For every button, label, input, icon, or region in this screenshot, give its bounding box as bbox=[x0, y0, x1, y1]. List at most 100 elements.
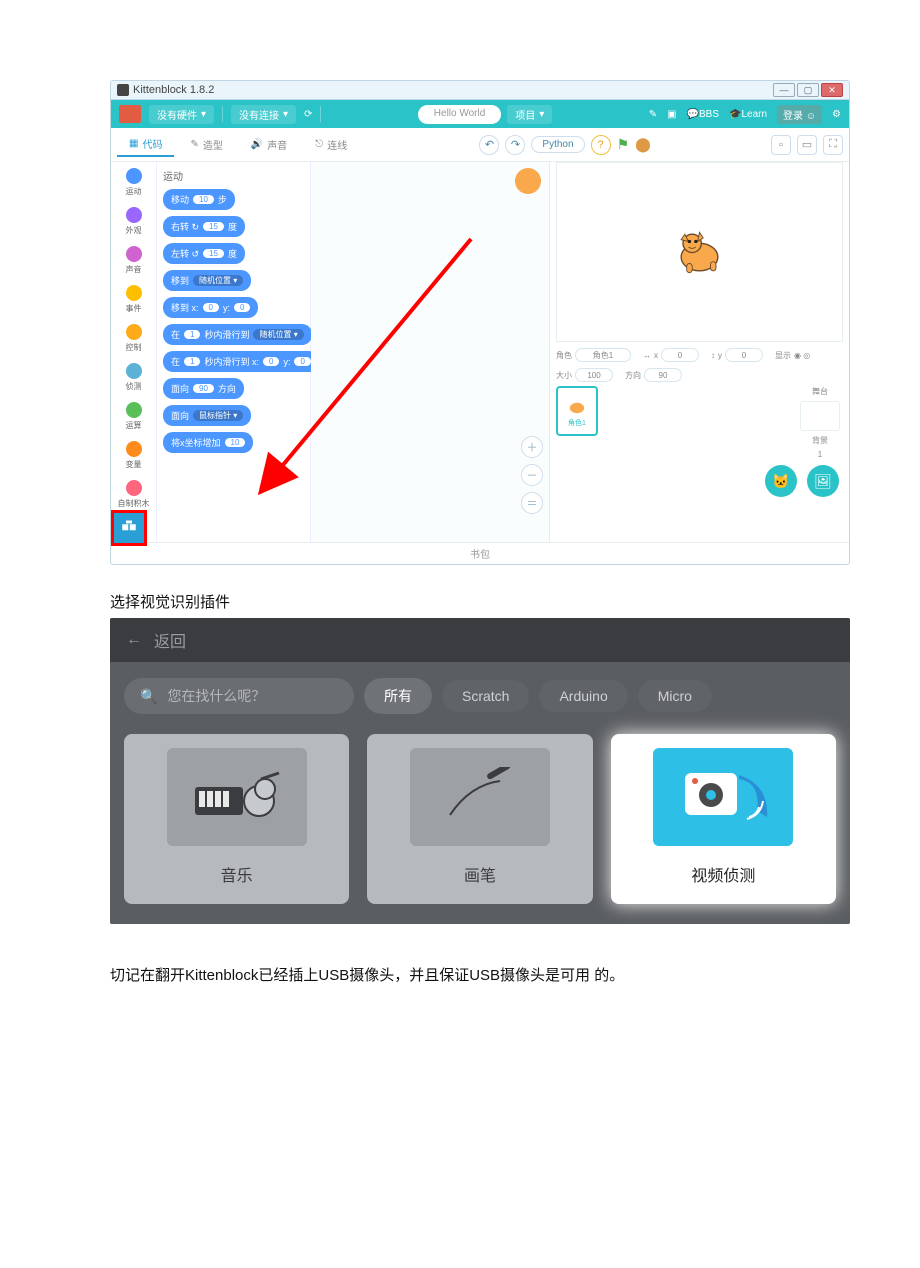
category-motion[interactable]: 运动 bbox=[126, 168, 142, 197]
hardware-dropdown[interactable]: 没有硬件▾ bbox=[149, 105, 214, 124]
show-toggle[interactable]: ◉ ◎ bbox=[794, 351, 810, 360]
zoom-reset-button[interactable]: ＝ bbox=[521, 492, 543, 514]
help-button[interactable]: ? bbox=[591, 135, 611, 155]
add-extension-button[interactable] bbox=[111, 510, 147, 546]
sprite-watermark-icon bbox=[515, 168, 541, 194]
project-menu[interactable]: 项目▾ bbox=[507, 105, 552, 124]
filter-scratch[interactable]: Scratch bbox=[442, 680, 529, 712]
category-events[interactable]: 事件 bbox=[126, 285, 142, 314]
learn-link[interactable]: 🎓Learn bbox=[729, 109, 767, 120]
sprite-list: 角色1 bbox=[556, 386, 791, 459]
bbs-link[interactable]: 💬BBS bbox=[687, 109, 719, 120]
green-flag-icon[interactable]: ⚑ bbox=[617, 136, 630, 153]
category-looks[interactable]: 外观 bbox=[126, 207, 142, 236]
blocks-list: 运动 移动10步 右转 ↻15度 左转 ↺15度 移到随机位置 ▾ 移到 x:0… bbox=[157, 162, 311, 542]
back-button[interactable]: ← 返回 bbox=[110, 618, 850, 662]
extension-library-window: ← 返回 🔍 您在找什么呢？ 所有 Scratch Arduino Micro bbox=[110, 618, 850, 924]
block-point-dir[interactable]: 面向90方向 bbox=[163, 378, 244, 399]
window-titlebar: Kittenblock 1.8.2 — ▢ ✕ bbox=[111, 81, 849, 100]
redo-button[interactable]: ↷ bbox=[505, 135, 525, 155]
stage-panel: 角色 ↔ x ↕ y 显示 ◉ ◎ 大小 方向 角色1 舞台 bbox=[549, 162, 849, 542]
block-glidexy[interactable]: 在1秒内滑行到 x:0y:0 bbox=[163, 351, 319, 372]
category-variables[interactable]: 变量 bbox=[126, 441, 142, 470]
card-video-label: 视频侦测 bbox=[691, 862, 755, 886]
sprite-x-input[interactable] bbox=[661, 348, 699, 362]
add-backdrop-button[interactable]: 🖼 bbox=[807, 465, 839, 497]
close-button[interactable]: ✕ bbox=[821, 83, 843, 97]
tab-wiring[interactable]: ⎋ 连线 bbox=[303, 133, 359, 156]
connect-dropdown[interactable]: 没有连接▾ bbox=[231, 105, 296, 124]
workspace[interactable]: ＋ － ＝ bbox=[311, 162, 549, 542]
camera-icon[interactable]: ▣ bbox=[667, 109, 676, 120]
backdrop-count: 1 bbox=[818, 450, 822, 459]
extension-icon bbox=[120, 519, 138, 537]
tab-code[interactable]: ▦ 代码 bbox=[117, 132, 174, 157]
card-pen[interactable]: 画笔 bbox=[367, 734, 592, 904]
block-gotoxy[interactable]: 移到 x:0y:0 bbox=[163, 297, 258, 318]
music-thumb-icon bbox=[187, 767, 287, 827]
app-icon bbox=[117, 84, 129, 96]
add-sprite-button[interactable]: 🐱 bbox=[765, 465, 797, 497]
zoom-out-button[interactable]: － bbox=[521, 464, 543, 486]
zoom-in-button[interactable]: ＋ bbox=[521, 436, 543, 458]
stage-view bbox=[556, 162, 843, 342]
sprite-tile[interactable]: 角色1 bbox=[556, 386, 598, 436]
pen-thumb-icon bbox=[430, 767, 530, 827]
undo-button[interactable]: ↶ bbox=[479, 135, 499, 155]
card-music[interactable]: 音乐 bbox=[124, 734, 349, 904]
filter-micro[interactable]: Micro bbox=[638, 680, 712, 712]
card-video-sensing[interactable]: 视频侦测 bbox=[611, 734, 836, 904]
stage-small-button[interactable]: ▫ bbox=[771, 135, 791, 155]
stage-large-button[interactable]: ▭ bbox=[797, 135, 817, 155]
tab-sounds[interactable]: 🔊 声音 bbox=[239, 133, 299, 156]
category-sound[interactable]: 声音 bbox=[126, 246, 142, 275]
card-music-label: 音乐 bbox=[221, 862, 253, 886]
backpack-bar[interactable]: 书包 bbox=[111, 542, 849, 564]
doc-text-1: 选择视觉识别插件 bbox=[110, 591, 810, 612]
edit-icon[interactable]: ✎ bbox=[649, 109, 657, 120]
filter-arduino[interactable]: Arduino bbox=[539, 680, 627, 712]
sprite-size-input[interactable] bbox=[575, 368, 613, 382]
cat-sprite-icon bbox=[672, 225, 727, 280]
backdrop-label: 背景 bbox=[812, 435, 828, 446]
card-pen-label: 画笔 bbox=[464, 862, 496, 886]
block-change-x[interactable]: 将x坐标增加10 bbox=[163, 432, 253, 453]
maximize-button[interactable]: ▢ bbox=[797, 83, 819, 97]
sprite-name-input[interactable] bbox=[575, 348, 631, 362]
fullscreen-button[interactable]: ⛶ bbox=[823, 135, 843, 155]
settings-icon[interactable]: ⚙ bbox=[832, 109, 841, 120]
login-button[interactable]: 登录 ☺ bbox=[777, 105, 822, 124]
refresh-icon[interactable]: ⟳ bbox=[304, 109, 312, 120]
video-thumb-icon bbox=[663, 757, 783, 837]
blocks-title: 运动 bbox=[163, 168, 304, 183]
block-move[interactable]: 移动10步 bbox=[163, 189, 235, 210]
block-turn-ccw[interactable]: 左转 ↺15度 bbox=[163, 243, 245, 264]
sprite-y-input[interactable] bbox=[725, 348, 763, 362]
stop-icon[interactable]: ⬤ bbox=[635, 136, 651, 153]
menubar: 没有硬件▾ 没有连接▾ ⟳ Hello World 项目▾ ✎ ▣ 💬BBS 🎓… bbox=[111, 100, 849, 128]
tabs-row: ▦ 代码 ✎ 造型 🔊 声音 ⎋ 连线 ↶ ↷ Python ? ⚑ ⬤ ▫ ▭… bbox=[111, 128, 849, 162]
block-turn-cw[interactable]: 右转 ↻15度 bbox=[163, 216, 245, 237]
kittenblock-window: Kittenblock 1.8.2 — ▢ ✕ 没有硬件▾ 没有连接▾ ⟳ He… bbox=[110, 80, 850, 565]
sprite-info: 角色 ↔ x ↕ y 显示 ◉ ◎ 大小 方向 bbox=[556, 348, 843, 382]
category-myblocks[interactable]: 自制积木 bbox=[118, 480, 150, 509]
search-input[interactable]: 🔍 您在找什么呢？ bbox=[124, 678, 354, 714]
category-palette: 运动 外观 声音 事件 控制 侦测 运算 变量 自制积木 bbox=[111, 162, 157, 542]
minimize-button[interactable]: — bbox=[773, 83, 795, 97]
stage-label: 舞台 bbox=[812, 386, 828, 397]
tab-costumes[interactable]: ✎ 造型 bbox=[178, 133, 234, 156]
python-button[interactable]: Python bbox=[531, 136, 584, 153]
category-control[interactable]: 控制 bbox=[126, 324, 142, 353]
category-sensing[interactable]: 侦测 bbox=[126, 363, 142, 392]
back-arrow-icon: ← bbox=[126, 631, 142, 649]
block-goto[interactable]: 移到随机位置 ▾ bbox=[163, 270, 251, 291]
project-name-field[interactable]: Hello World bbox=[418, 105, 502, 124]
doc-text-2: 切记在翻开Kittenblock已经插上USB摄像头，并且保证USB摄像头是可用… bbox=[110, 964, 810, 985]
filter-all[interactable]: 所有 bbox=[364, 678, 432, 714]
block-glide[interactable]: 在1秒内滑行到随机位置 ▾ bbox=[163, 324, 312, 345]
logo-icon bbox=[119, 105, 141, 123]
block-point-towards[interactable]: 面向鼠标指针 ▾ bbox=[163, 405, 251, 426]
category-operators[interactable]: 运算 bbox=[126, 402, 142, 431]
stage-thumbnail[interactable] bbox=[800, 401, 840, 431]
sprite-dir-input[interactable] bbox=[644, 368, 682, 382]
